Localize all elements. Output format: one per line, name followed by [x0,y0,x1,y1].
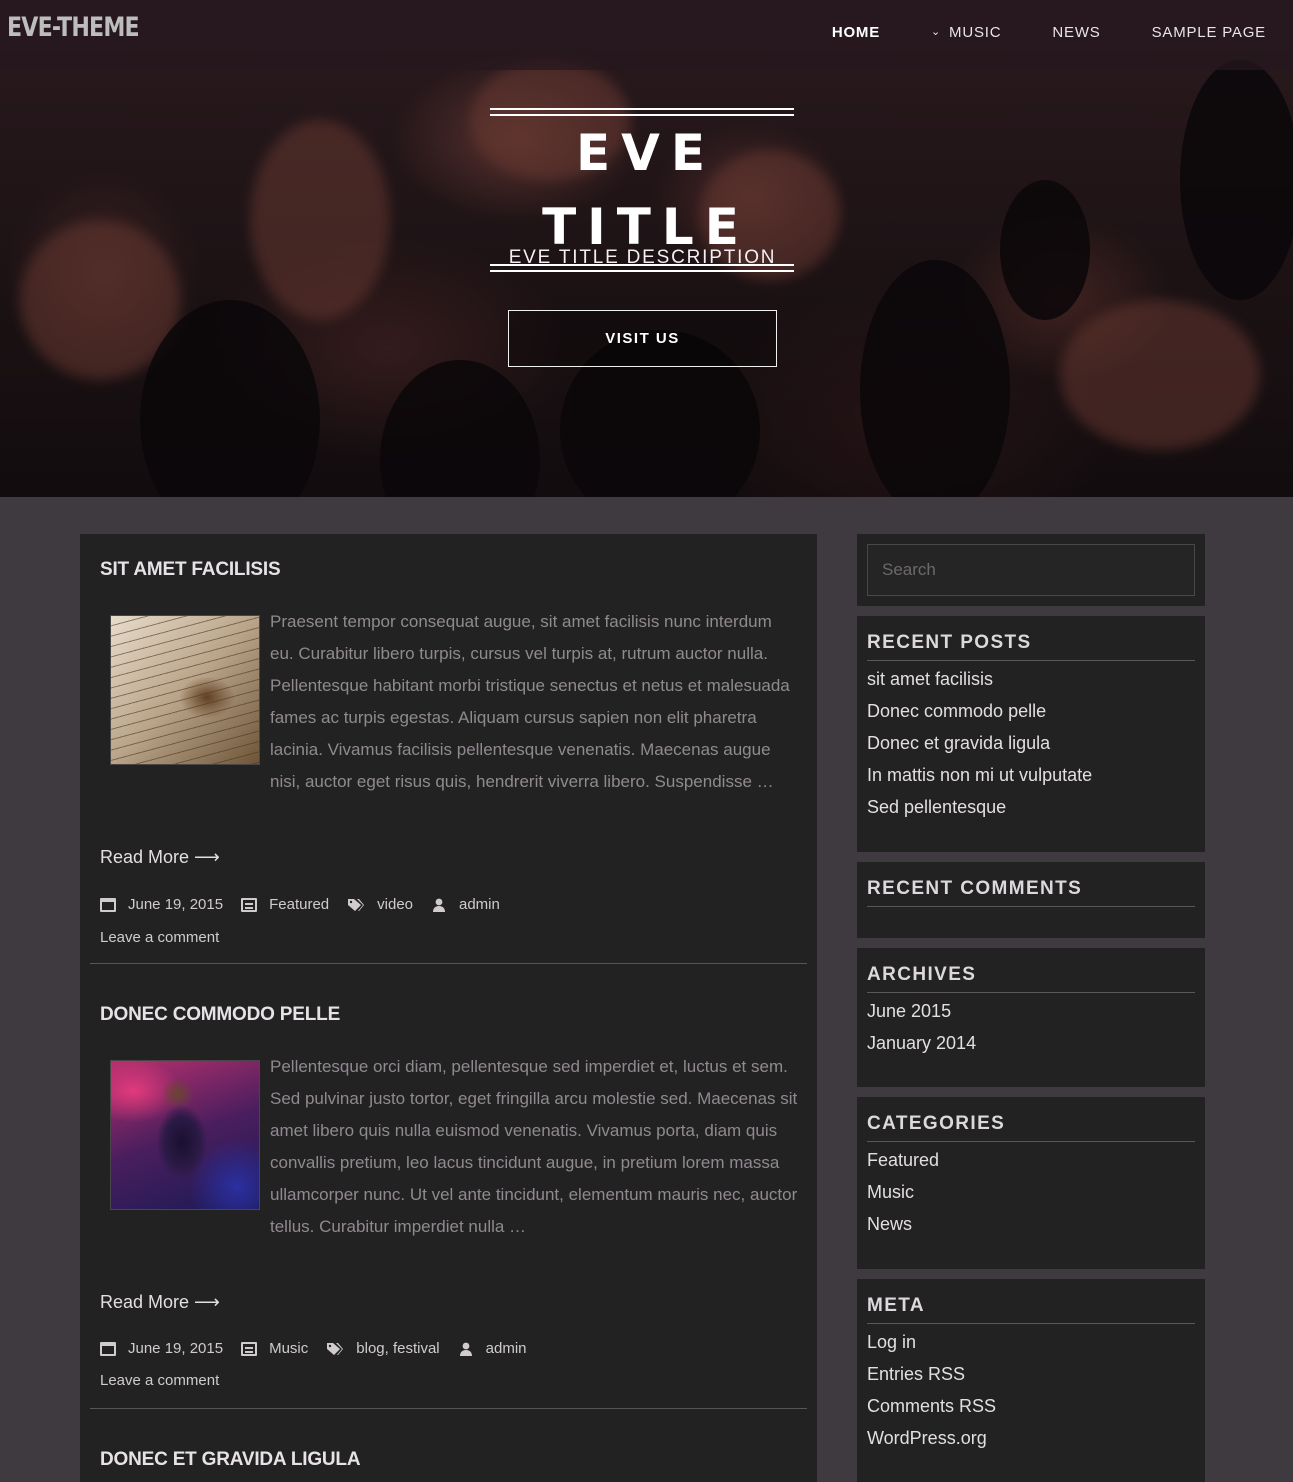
post-title[interactable]: SIT AMET FACILISIS [100,559,281,581]
post-meta: June 19, 2015 Featured video admin [100,896,518,913]
chevron-down-icon: ⌄ [931,26,942,38]
post-author[interactable]: admin [459,896,500,913]
recent-post-link[interactable]: Sed pellentesque [867,791,1092,823]
recent-post-link[interactable]: sit amet facilisis [867,663,1092,695]
user-icon [459,1342,472,1356]
title-rule-top [490,108,794,110]
archives-widget: ARCHIVES June 2015 January 2014 [857,948,1205,1087]
nav-item-music[interactable]: ⌄ MUSIC [931,24,1001,41]
read-more-link[interactable]: Read More ⟶ [100,847,220,868]
post-category[interactable]: Music [269,1340,308,1357]
widget-title: META [867,1295,1195,1324]
widget-title: ARCHIVES [867,964,1195,993]
hero-title: EVE TITLE [542,124,750,256]
category-link[interactable]: Featured [867,1144,939,1176]
recent-comments-widget: RECENT COMMENTS [857,862,1205,938]
widget-title: RECENT COMMENTS [867,878,1195,907]
meta-list: Log in Entries RSS Comments RSS WordPres… [867,1326,996,1454]
recent-posts-widget: RECENT POSTS sit amet facilisis Donec co… [857,616,1205,852]
category-link[interactable]: Music [867,1176,939,1208]
post-excerpt: Pellentesque orci diam, pellentesque sed… [270,1057,798,1236]
site-logo[interactable]: EVE-THEME [7,12,140,43]
post-category[interactable]: Featured [269,896,329,913]
hero-banner: EVE-THEME HOME ⌄ MUSIC NEWS SAMPLE PAGE … [0,0,1293,497]
leave-comment-link[interactable]: Leave a comment [100,1372,219,1389]
recent-post-link[interactable]: In mattis non mi ut vulputate [867,759,1092,791]
post-date[interactable]: June 19, 2015 [128,1340,223,1357]
widget-title: CATEGORIES [867,1113,1195,1142]
search-input[interactable]: Search [867,544,1195,596]
post-divider [90,963,807,964]
post-title[interactable]: DONEC COMMODO PELLE [100,1004,340,1026]
nav-item-label: HOME [831,24,881,41]
nav-item-label: NEWS [1052,24,1101,41]
widget-title: RECENT POSTS [867,632,1195,661]
login-link[interactable]: Log in [867,1326,996,1358]
visit-us-button[interactable]: VISIT US [508,310,777,367]
post-author[interactable]: admin [486,1340,527,1357]
post-tags[interactable]: video [377,896,413,913]
recent-post-link[interactable]: Donec et gravida ligula [867,727,1092,759]
search-widget: Search [857,534,1205,606]
post-divider [90,1408,807,1409]
post-excerpt: Praesent tempor consequat augue, sit ame… [270,612,790,791]
title-rule-bottom [490,270,794,272]
recent-post-link[interactable]: Donec commodo pelle [867,695,1092,727]
nav-item-news[interactable]: NEWS [1052,24,1100,41]
nav-item-label: SAMPLE PAGE [1151,24,1266,41]
category-link[interactable]: News [867,1208,939,1240]
wordpress-org-link[interactable]: WordPress.org [867,1422,996,1454]
calendar-icon [100,1341,116,1356]
nav-item-label: MUSIC [949,24,1002,41]
archive-link[interactable]: June 2015 [867,995,976,1027]
hero-description: EVE TITLE DESCRIPTION [508,247,777,268]
calendar-icon [100,897,116,912]
comments-rss-link[interactable]: Comments RSS [867,1390,996,1422]
top-navigation-bar: EVE-THEME HOME ⌄ MUSIC NEWS SAMPLE PAGE [0,0,1293,70]
archives-list: June 2015 January 2014 [867,995,976,1059]
meta-widget: META Log in Entries RSS Comments RSS Wor… [857,1279,1205,1482]
post-meta: June 19, 2015 Music blog, festival admin [100,1340,545,1357]
categories-widget: CATEGORIES Featured Music News [857,1097,1205,1269]
categories-list: Featured Music News [867,1144,939,1240]
tags-icon [327,1342,344,1355]
category-icon [241,1341,258,1356]
post-title[interactable]: DONEC ET GRAVIDA LIGULA [100,1449,361,1471]
read-more-link[interactable]: Read More ⟶ [100,1292,220,1313]
category-icon [241,897,258,912]
post-tags[interactable]: blog, festival [356,1340,439,1357]
post-list: SIT AMET FACILISIS Praesent tempor conse… [80,534,817,1482]
entries-rss-link[interactable]: Entries RSS [867,1358,996,1390]
leave-comment-link[interactable]: Leave a comment [100,929,219,946]
post-date[interactable]: June 19, 2015 [128,896,223,913]
nav-item-sample-page[interactable]: SAMPLE PAGE [1152,24,1266,41]
recent-posts-list: sit amet facilisis Donec commodo pelle D… [867,663,1092,823]
main-menu: HOME ⌄ MUSIC NEWS SAMPLE PAGE [781,24,1266,41]
user-icon [433,898,445,912]
tags-icon [348,898,365,911]
nav-item-home[interactable]: HOME [832,24,880,41]
archive-link[interactable]: January 2014 [867,1027,976,1059]
